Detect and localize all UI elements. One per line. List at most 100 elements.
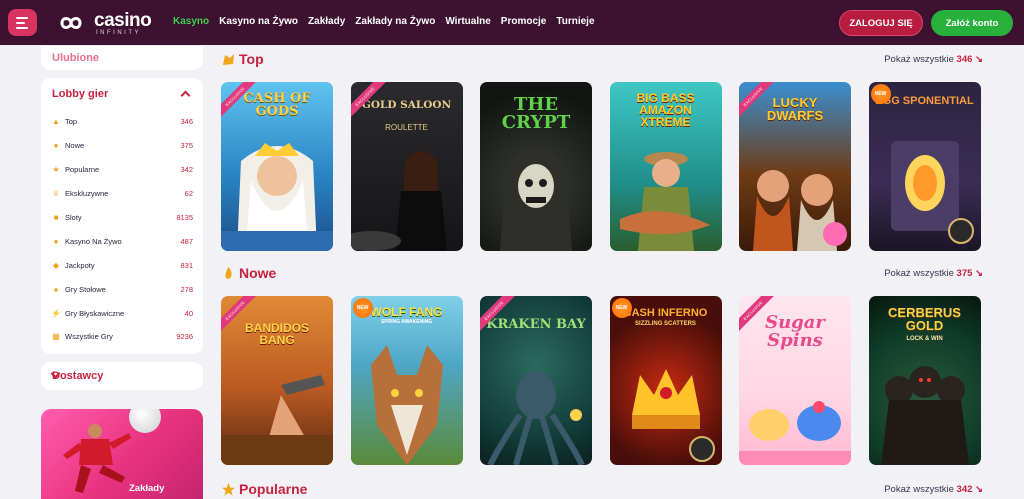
game-artwork [500,146,572,251]
game-tile-lucky-dwarfs[interactable]: LUCKY DWARFS EXCLUSIVE [739,82,851,251]
lobby-item-label: Wszystkie Gry [65,332,113,342]
game-tile-wolf-fang[interactable]: WOLF FANG SPRING AWAKENING NEW [350,296,463,465]
section-title: Top [239,51,264,67]
nav-wirtualne[interactable]: Wirtualne [445,16,490,27]
nav-kasyno-na-zywo[interactable]: Kasyno na Żywo [219,16,298,27]
new-badge: NEW [611,298,632,318]
lobby-item-wszystkie-gry[interactable]: ▦ Wszystkie Gry 9236 [51,325,193,349]
login-button[interactable]: ZALOGUJ SIĘ [839,10,923,36]
arrow-down-right-icon: ↘ [975,484,983,495]
section-header-nowe: Nowe Pokaż wszystkie 375 ↘ [221,265,983,283]
providers-panel[interactable]: Dostawcy [41,362,203,390]
lobby-item-ekskluzywne[interactable]: ♕ Ekskluzywne 62 [51,182,193,206]
show-all-link[interactable]: Pokaż wszystkie 342 ↘ [884,484,983,495]
section-header-top: Top Pokaż wszystkie 346 ↘ [221,51,983,69]
lobby-item-gry-blyskawiczne[interactable]: ⚡ Gry Błyskawiczne 40 [51,301,193,325]
game-tile-sugar-spins[interactable]: Sugar Spins EXCLUSIVE [739,296,851,465]
show-all-label: Pokaż wszystkie [884,268,954,279]
lobby-item-count: 342 [180,165,193,175]
lobby-item-count: 8135 [176,213,193,222]
show-all-label: Pokaż wszystkie [884,54,954,65]
nav-promocje[interactable]: Promocje [501,16,547,27]
arrow-down-right-icon: ↘ [975,54,983,65]
show-all-link[interactable]: Pokaż wszystkie 346 ↘ [884,54,983,65]
lobby-title: Lobby gier [52,88,109,100]
lobby-item-nowe[interactable]: ● Nowe 375 [51,134,193,158]
main-nav: Kasyno Kasyno na Żywo Zakłady Zakłady na… [173,16,595,27]
lobby-item-count: 831 [180,260,193,270]
game-tile-the-crypt[interactable]: THE CRYPT [480,82,592,251]
section-title: Nowe [239,265,277,281]
game-tile-cash-of-gods[interactable]: CASH OF GODS EXCLUSIVE [221,82,333,251]
game-artwork [619,152,710,251]
chevron-up-icon[interactable] [180,90,191,101]
lobby-item-label: Jackpoty [65,260,95,270]
game-tile-kraken-bay[interactable]: KRAKEN BAY EXCLUSIVE [480,296,592,465]
lobby-item-popularne[interactable]: ★ Popularne 342 [51,158,193,182]
game-artwork [631,369,715,462]
new-badge: NEW [352,298,373,318]
game-tile-cash-inferno[interactable]: CASH INFERNO SIZZLING SCATTERS NEW [609,296,722,465]
lobby-item-label: Sloty [65,213,82,222]
all-games-icon: ▦ [52,332,60,342]
game-artwork [880,366,969,465]
game-title: THE CRYPT [501,94,571,133]
fire-icon: ▲ [52,117,60,127]
lobby-item-label: Kasyno Na Żywo [65,236,122,246]
game-title: CERBERUS GOLD [888,305,961,333]
casino-infinity-logo[interactable]: casino INFINITY [52,9,152,36]
lobby-item-label: Top [65,117,78,127]
logo-text: casino [94,9,152,31]
game-title: Sugar Spins [765,312,825,351]
promo-label: Zakłady [129,483,165,494]
lobby-item-count: 375 [180,141,193,151]
nav-zaklady[interactable]: Zakłady [308,16,345,27]
game-tile-gold-saloon-roulette[interactable]: GOLD SALOON ROULETTE EXCLUSIVE [350,82,463,251]
section-title: Popularne [239,481,308,497]
slot-icon: ■ [53,213,59,222]
top-navigation-bar: casino INFINITY Kasyno Kasyno na Żywo Za… [0,0,1024,45]
game-tile-egg-sponential[interactable]: EGG SPONENTIAL NEW [868,82,981,251]
section-header-popularne: Popularne Pokaż wszystkie 342 ↘ [221,481,983,499]
nav-zaklady-na-zywo[interactable]: Zakłady na Żywo [355,16,435,27]
lobby-item-gry-stolowe[interactable]: ♠ Gry Stołowe 278 [51,277,193,301]
star-icon: ★ [52,165,60,175]
lobby-item-top[interactable]: ▲ Top 346 [51,110,193,134]
sports-betting-promo-banner[interactable]: Zakłady [41,409,203,499]
infinity-logo-icon [60,17,82,29]
show-all-count: 342 [956,484,973,495]
lobby-item-jackpoty[interactable]: ◆ Jackpoty 831 [51,253,193,277]
game-tile-big-bass-amazon-xtreme[interactable]: BIG BASS AMAZON XTREME [609,82,722,251]
flame-icon: ● [53,141,59,151]
game-artwork [221,143,333,251]
arrow-down-right-icon: ↘ [975,268,983,279]
game-tile-bandidos-bang[interactable]: BANDIDOS BANG EXCLUSIVE [221,296,333,465]
register-button[interactable]: Załóż konto [931,10,1013,36]
favorites-panel[interactable]: Ulubione [41,46,203,70]
star-icon [222,483,235,496]
game-subtitle: SIZZLING SCATTERS [635,321,696,327]
football-player-illustration [63,424,131,493]
new-badge: NEW [870,84,891,104]
game-artwork [370,345,443,465]
lobby-item-count: 278 [180,284,193,294]
lightning-icon: ⚡ [51,308,61,318]
lobby-item-count: 40 [184,308,193,318]
lobby-item-kasyno-na-zywo[interactable]: ● Kasyno Na Żywo 487 [51,229,193,253]
lobby-item-count: 487 [180,236,193,246]
game-lobby-panel: Lobby gier ▲ Top 346 ● Nowe 375 ★ Popularne 34… [41,78,203,354]
hamburger-menu-button[interactable] [8,9,37,36]
nav-kasyno[interactable]: Kasyno [173,16,209,27]
lobby-item-count: 62 [184,189,193,199]
game-artwork [487,371,585,465]
lobby-item-label: Popularne [65,165,100,175]
game-subtitle: ROULETTE [385,123,428,132]
game-title: KRAKEN BAY [486,317,586,332]
show-all-link[interactable]: Pokaż wszystkie 375 ↘ [884,268,983,279]
game-artwork [753,170,847,251]
game-title: BANDIDOS BANG [244,321,309,347]
game-tile-cerberus-gold[interactable]: CERBERUS GOLD LOCK & WIN [868,296,981,465]
nav-turnieje[interactable]: Turnieje [556,16,594,27]
lobby-item-sloty[interactable]: ■ Sloty 8135 [51,206,193,230]
show-all-count: 375 [956,268,973,279]
